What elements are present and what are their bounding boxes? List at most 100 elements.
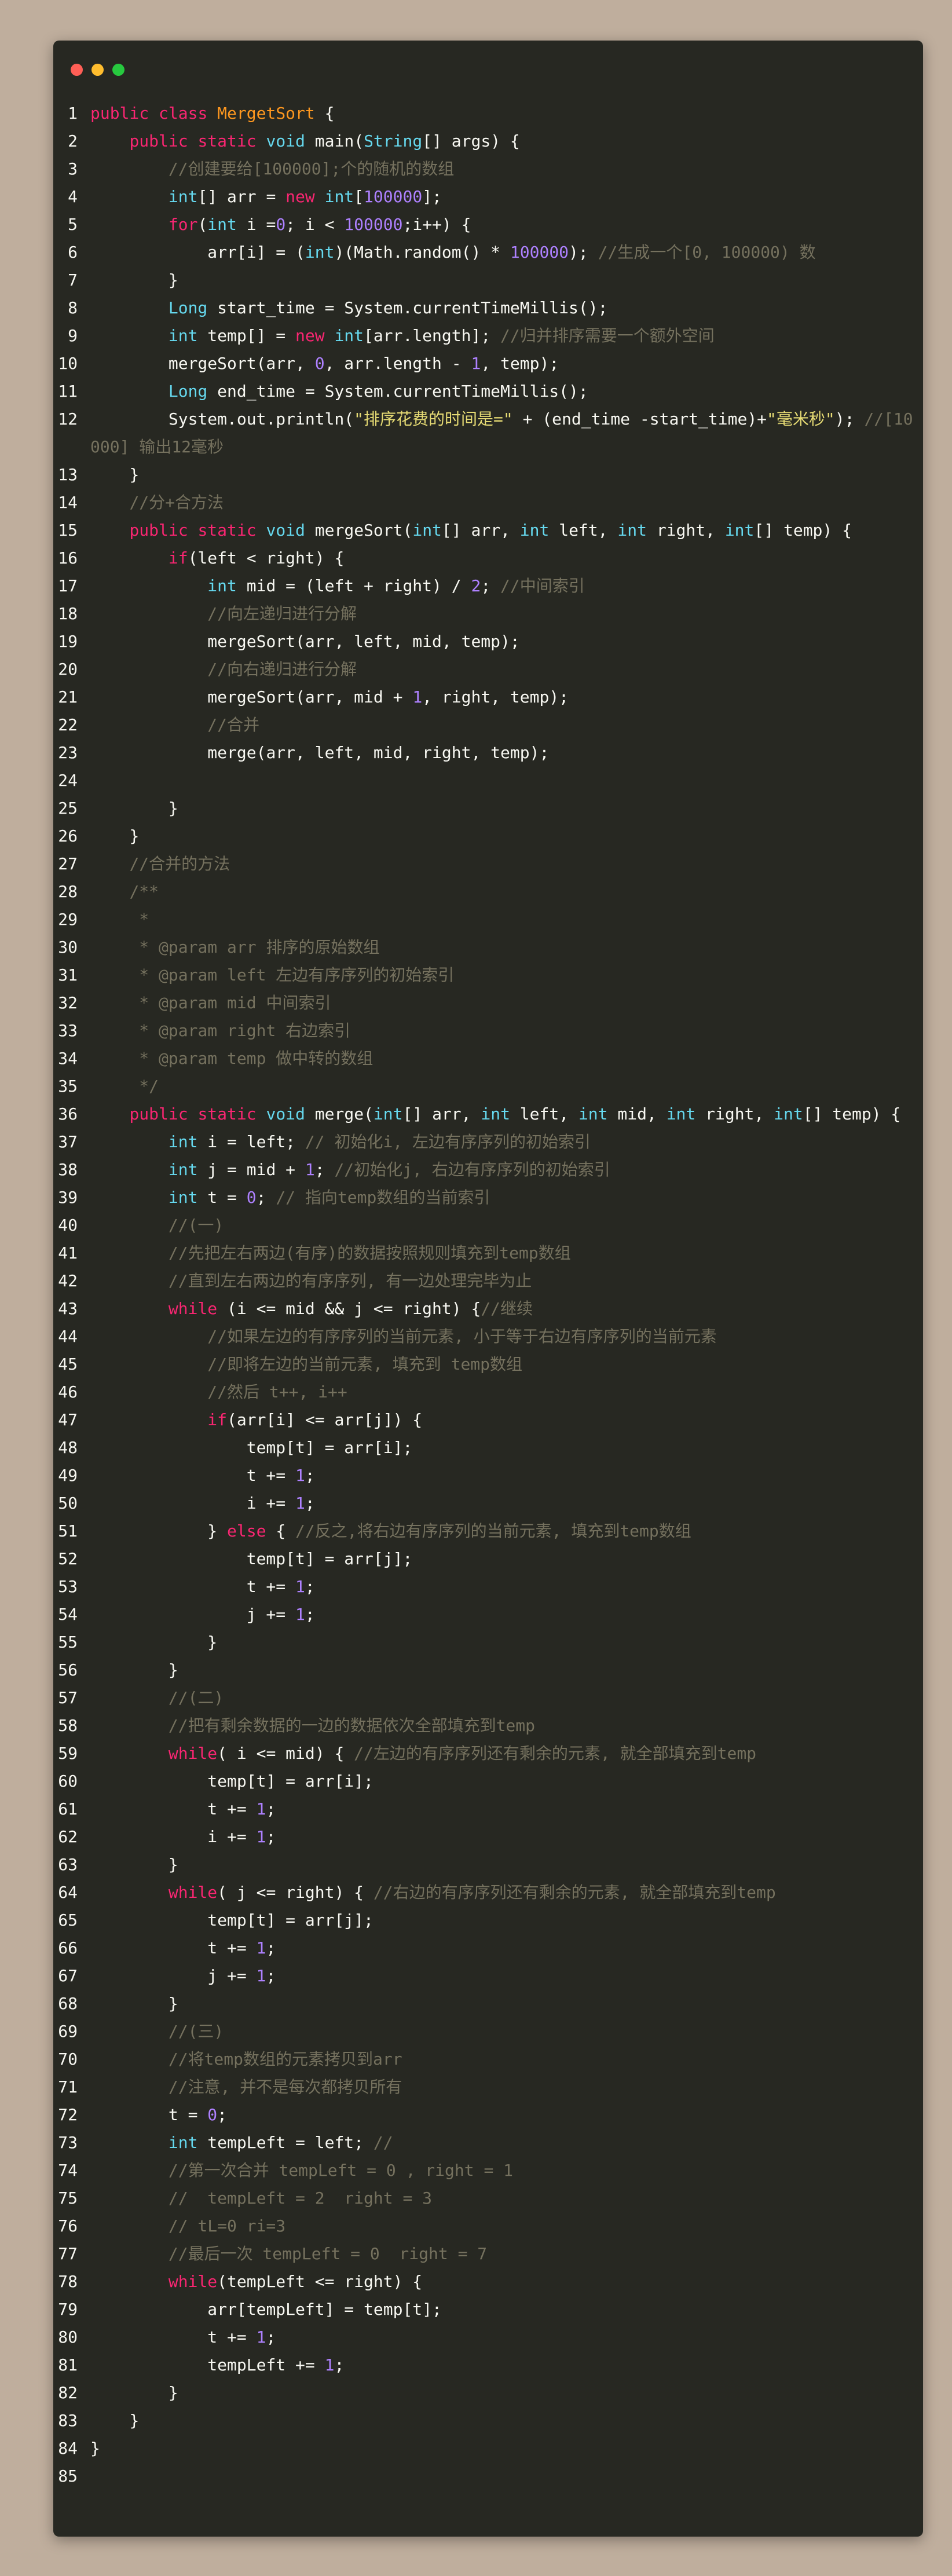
code-line: 50 i += 1;: [53, 1490, 923, 1517]
code-token: mid = (left + right) /: [246, 576, 471, 595]
line-content: while( i <= mid) { //左边的有序序列还有剩余的元素, 就全部…: [90, 1740, 923, 1768]
line-number: 26: [58, 826, 78, 846]
code-token: i +=: [90, 1827, 257, 1846]
line-number: 23: [58, 743, 78, 762]
code-token: 1: [324, 2355, 335, 2374]
line-content: */: [90, 1073, 923, 1100]
code-token: void: [266, 131, 315, 151]
code-token: t +=: [90, 1577, 296, 1596]
line-content: }: [90, 2435, 923, 2462]
code-token: + (end_time -start_time)+: [512, 409, 767, 429]
line-content: }: [90, 266, 923, 294]
code-token: //初始化j, 右边有序序列的初始索引: [334, 1160, 610, 1179]
line-number: 69: [58, 2022, 78, 2041]
code-line: 75 // tempLeft = 2 right = 3: [53, 2185, 923, 2212]
code-line: 63 }: [53, 1851, 923, 1879]
line-number: 53: [58, 1577, 78, 1596]
code-token: 1: [295, 1466, 305, 1485]
line-content: }: [90, 2407, 923, 2435]
code-token: // 初始化i, 左边有序序列的初始索引: [305, 1132, 591, 1151]
line-number: 15: [58, 521, 78, 540]
line-number: 82: [58, 2383, 78, 2402]
line-content: mergeSort(arr, left, mid, temp);: [90, 628, 923, 656]
line-content: //合并: [90, 711, 923, 739]
code-line: 53 t += 1;: [53, 1573, 923, 1601]
code-line: 48 temp[t] = arr[i];: [53, 1434, 923, 1462]
line-content: * @param mid 中间索引: [90, 989, 923, 1017]
line-number: 54: [58, 1605, 78, 1624]
line-number: 52: [58, 1549, 78, 1568]
code-token: t +=: [90, 1938, 257, 1957]
line-number: 51: [58, 1521, 78, 1541]
minimize-button[interactable]: [91, 64, 104, 76]
line-number: 74: [58, 2161, 78, 2180]
code-token: mergeSort(arr, mid +: [90, 687, 413, 707]
line-number: 35: [58, 1077, 78, 1096]
maximize-button[interactable]: [112, 64, 125, 76]
code-line: 2 public static void main(String[] args)…: [53, 127, 923, 155]
code-token: "排序花费的时间是=": [354, 409, 513, 429]
line-content: //即将左边的当前元素, 填充到 temp数组: [90, 1351, 923, 1378]
code-token: tempLeft = left;: [207, 2133, 374, 2152]
code-line: 65 temp[t] = arr[j];: [53, 1907, 923, 1934]
code-token: int: [324, 187, 354, 206]
line-content: }: [90, 1990, 923, 2018]
line-number: 44: [58, 1327, 78, 1346]
line-number: 81: [58, 2355, 78, 2374]
code-token: }: [90, 270, 178, 290]
code-token: mergeSort(: [314, 521, 413, 540]
line-content: }: [90, 795, 923, 822]
code-token: while: [168, 1744, 218, 1763]
line-content: t = 0;: [90, 2101, 923, 2129]
code-token: //把有剩余数据的一边的数据依次全部填充到temp: [168, 1716, 536, 1735]
line-number: 49: [58, 1466, 78, 1485]
line-number: 25: [58, 799, 78, 818]
code-token: (i <= mid && j <= right) {: [227, 1299, 481, 1318]
code-token: new: [285, 187, 325, 206]
code-token: temp[t] = arr[j];: [90, 1549, 413, 1568]
code-token: public: [90, 104, 159, 123]
line-number: 85: [58, 2467, 78, 2486]
line-content: //(一): [90, 1212, 923, 1239]
code-token: }: [90, 1855, 178, 1874]
line-content: mergeSort(arr, 0, arr.length - 1, temp);: [90, 350, 923, 378]
line-number: 71: [58, 2077, 78, 2096]
code-line: 69 //(三): [53, 2018, 923, 2046]
code-line: 6 arr[i] = (int)(Math.random() * 100000)…: [53, 239, 923, 266]
code-token: mergeSort(arr,: [90, 354, 315, 373]
code-token: arr[tempLeft] = temp[t];: [90, 2300, 442, 2319]
code-token: }: [90, 1994, 178, 2013]
code-token: public: [129, 131, 198, 151]
code-line: 49 t += 1;: [53, 1462, 923, 1490]
code-token: , right, temp);: [422, 687, 569, 707]
line-number: 13: [58, 465, 78, 484]
close-button[interactable]: [71, 64, 83, 76]
code-token: mid,: [617, 1104, 667, 1124]
code-token: int: [168, 187, 198, 206]
line-content: int j = mid + 1; //初始化j, 右边有序序列的初始索引: [90, 1156, 923, 1184]
code-token: ;: [334, 2355, 345, 2374]
line-number: 36: [58, 1104, 78, 1124]
code-token: ;: [481, 576, 501, 595]
code-line: 51 } else { //反之,将右边有序序列的当前元素, 填充到temp数组: [53, 1517, 923, 1545]
code-token: System.out.println(: [90, 409, 354, 429]
code-token: 1: [295, 1577, 305, 1596]
line-content: * @param arr 排序的原始数组: [90, 934, 923, 961]
code-token: }: [90, 2439, 100, 2458]
code-line: 76 // tL=0 ri=3: [53, 2212, 923, 2240]
code-token: * @param temp 做中转的数组: [139, 1049, 374, 1068]
line-number: 75: [58, 2189, 78, 2208]
line-number: 10: [58, 354, 78, 373]
line-content: // tL=0 ri=3: [90, 2212, 923, 2240]
line-number: 39: [58, 1188, 78, 1207]
code-line: 79 arr[tempLeft] = temp[t];: [53, 2296, 923, 2323]
code-line: 8 Long start_time = System.currentTimeMi…: [53, 294, 923, 322]
code-line: 29 *: [53, 906, 923, 934]
code-token: [] args) {: [422, 131, 520, 151]
code-token: * @param mid 中间索引: [139, 993, 331, 1012]
